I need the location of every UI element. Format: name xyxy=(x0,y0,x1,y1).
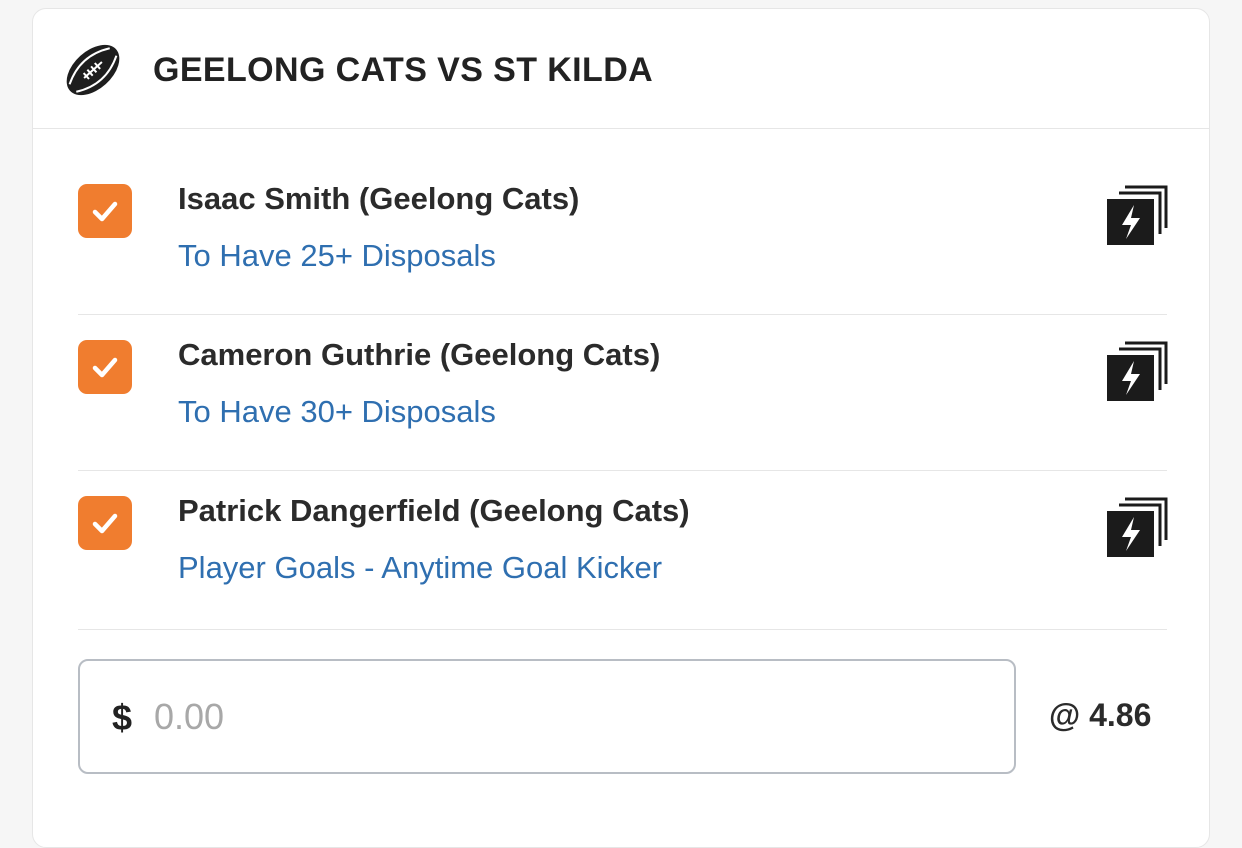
selection-checkbox[interactable] xyxy=(78,340,132,394)
market-link[interactable]: To Have 25+ Disposals xyxy=(178,238,496,274)
checkmark-icon xyxy=(92,357,118,378)
selection-checkbox[interactable] xyxy=(78,184,132,238)
player-name: Cameron Guthrie (Geelong Cats) xyxy=(178,337,661,372)
currency-symbol: $ xyxy=(112,697,133,738)
player-name: Patrick Dangerfield (Geelong Cats) xyxy=(178,493,690,528)
selection-row: Patrick Dangerfield (Geelong Cats) Playe… xyxy=(78,471,1169,630)
stake-input-box[interactable]: $ xyxy=(78,659,1016,774)
match-title: GEELONG CATS VS ST KILDA xyxy=(153,51,654,89)
selection-row: Isaac Smith (Geelong Cats) To Have 25+ D… xyxy=(78,159,1169,315)
bet-card: GEELONG CATS VS ST KILDA Isaac Smith (Ge… xyxy=(32,8,1210,848)
market-link[interactable]: To Have 30+ Disposals xyxy=(178,394,496,430)
checkmark-icon xyxy=(92,201,118,222)
checkmark-icon xyxy=(92,513,118,534)
football-icon xyxy=(66,44,120,96)
same-game-multi-boost-icon[interactable] xyxy=(1105,339,1169,403)
same-game-multi-boost-icon[interactable] xyxy=(1105,495,1169,559)
selection-checkbox[interactable] xyxy=(78,496,132,550)
same-game-multi-boost-icon[interactable] xyxy=(1105,183,1169,247)
stake-input[interactable] xyxy=(154,689,954,745)
selection-row: Cameron Guthrie (Geelong Cats) To Have 3… xyxy=(78,315,1169,471)
odds-label: @ 4.86 xyxy=(1049,697,1152,733)
card-header: GEELONG CATS VS ST KILDA xyxy=(33,9,1209,129)
market-link[interactable]: Player Goals - Anytime Goal Kicker xyxy=(178,550,662,586)
player-name: Isaac Smith (Geelong Cats) xyxy=(178,181,580,216)
